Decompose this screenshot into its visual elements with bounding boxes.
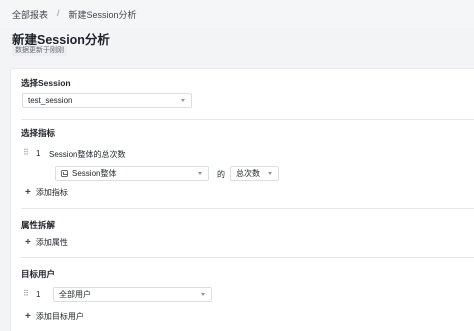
metric-entity-value: Session整体 [72, 169, 117, 178]
drag-handle-icon[interactable]: ⠿ [23, 149, 29, 157]
add-metric-label: 添加指标 [35, 188, 68, 197]
session-select[interactable]: test_session [22, 93, 192, 108]
plus-icon: + [25, 310, 31, 322]
add-audience-label: 添加目标用户 [35, 312, 84, 321]
breadcrumb: 全部报表 / 新建Session分析 [12, 8, 137, 21]
section-divider [21, 119, 474, 120]
breadcrumb-current: 新建Session分析 [68, 10, 137, 20]
top-bar: 全部报表 / 新建Session分析 [0, 0, 474, 28]
session-select-value: test_session [28, 96, 73, 105]
audience-section-title: 目标用户 [21, 269, 56, 279]
plus-icon: + [25, 186, 31, 198]
metric-section-title: 选择指标 [21, 128, 56, 138]
metric-row-index: 1 [36, 149, 41, 158]
add-property-label: 添加属性 [35, 238, 68, 247]
chevron-down-icon [268, 172, 272, 175]
metric-measure-select[interactable]: 总次数 [230, 166, 279, 181]
session-section-title: 选择Session [21, 78, 71, 88]
audience-select-value: 全部用户 [59, 290, 91, 299]
drag-handle-icon[interactable]: ⠿ [23, 290, 29, 298]
chevron-down-icon [198, 172, 202, 175]
audience-select[interactable]: 全部用户 [53, 287, 212, 302]
chevron-down-icon [181, 99, 185, 102]
breadcrumb-root[interactable]: 全部报表 [12, 8, 48, 21]
breakdown-section-title: 属性拆解 [21, 220, 56, 230]
chevron-down-icon [201, 293, 205, 296]
section-divider [21, 257, 474, 258]
metric-connector-label: 的 [217, 170, 225, 179]
audience-row-index: 1 [36, 290, 41, 299]
metric-entity-select[interactable]: Session整体 [55, 166, 209, 181]
add-metric-button[interactable]: + 添加指标 [25, 187, 68, 198]
section-divider [21, 208, 474, 209]
add-audience-button[interactable]: + 添加目标用户 [25, 311, 84, 322]
plus-icon: + [25, 236, 31, 248]
breadcrumb-separator: / [57, 8, 60, 18]
update-status-badge: 数据更新于刚刚 [12, 45, 67, 56]
metric-measure-value: 总次数 [236, 169, 260, 178]
metric-icon [61, 170, 68, 177]
add-property-button[interactable]: + 添加属性 [25, 237, 68, 248]
analysis-config-panel: 选择Session test_session 选择指标 ⠿ 1 Session整… [10, 68, 474, 331]
metric-row-name[interactable]: Session整体的总次数 [49, 149, 125, 160]
